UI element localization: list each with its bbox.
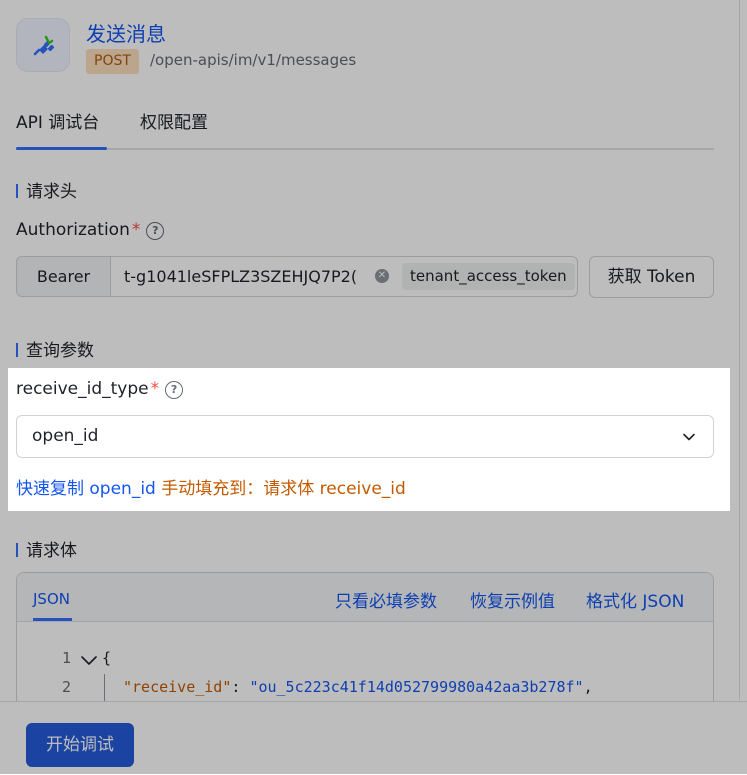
copy-open-id-link[interactable]: 快速复制 open_id bbox=[16, 479, 156, 499]
overlay-mask bbox=[0, 0, 747, 368]
chevron-down-icon bbox=[683, 433, 695, 441]
overlay-mask bbox=[730, 368, 747, 511]
required-mark: * bbox=[150, 379, 160, 399]
fill-target-text: 手动填充到：请求体 receive_id bbox=[155, 479, 406, 499]
overlay-mask bbox=[0, 701, 747, 774]
receive-id-type-label-text: receive_id_type bbox=[16, 379, 149, 399]
help-icon[interactable]: ? bbox=[165, 381, 184, 399]
overlay-mask bbox=[0, 368, 8, 511]
receive-id-type-select[interactable]: open_id bbox=[16, 415, 714, 458]
receive-id-type-label: receive_id_type *? bbox=[16, 379, 184, 399]
overlay-mask bbox=[0, 511, 747, 701]
selected-value: open_id bbox=[32, 426, 99, 446]
api-explorer-panel: 发送消息 POST /open-apis/im/v1/messages API … bbox=[0, 0, 747, 775]
copy-hint: 快速复制 open_id 手动填充到：请求体 receive_id bbox=[16, 474, 406, 499]
